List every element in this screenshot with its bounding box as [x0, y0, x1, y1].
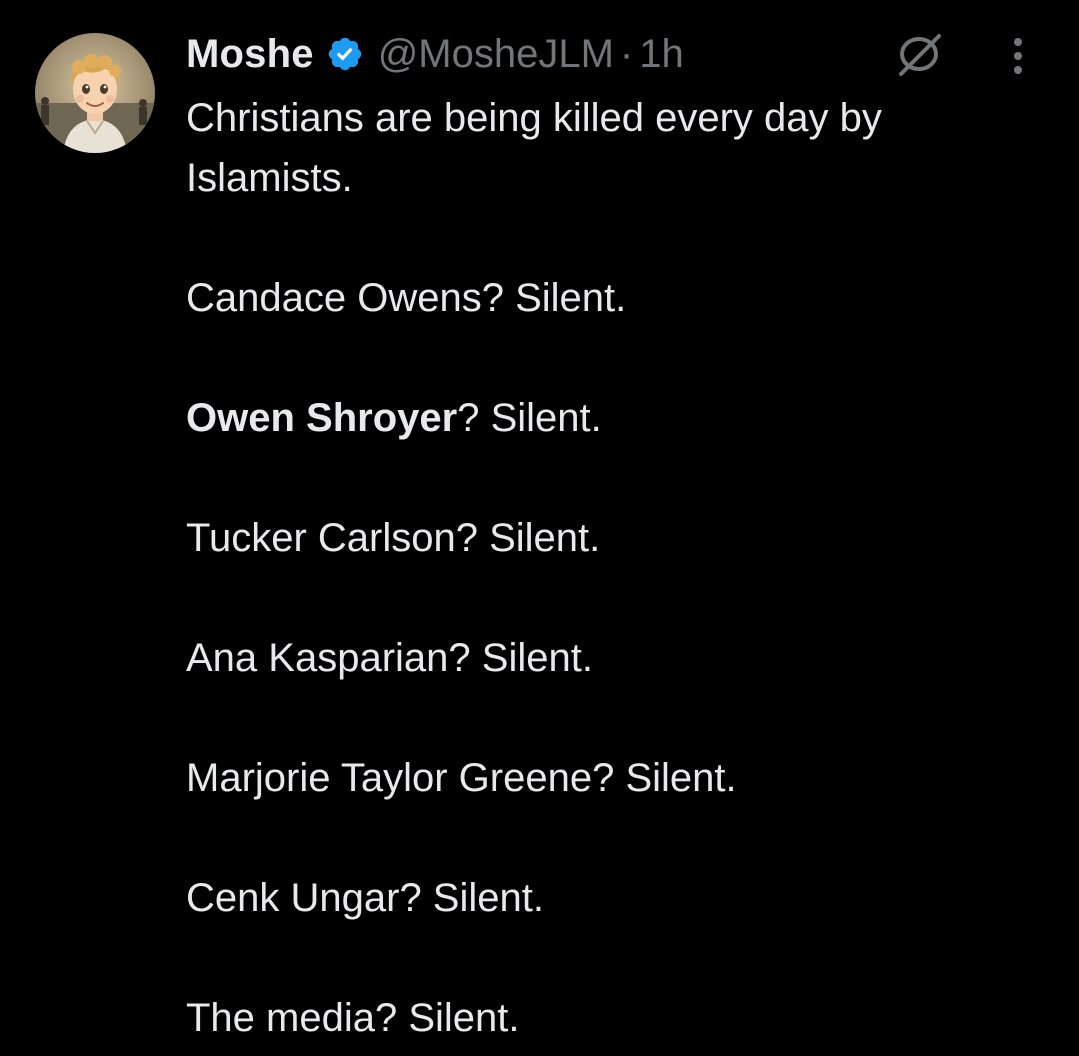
display-name[interactable]: Moshe — [186, 32, 314, 77]
tweet-entry: The media? Silent. — [186, 988, 1046, 1048]
tweet-text: Christians are being killed every day by… — [186, 88, 1046, 1048]
entry-suffix: ? Silent. — [448, 636, 593, 680]
entry-name: Candace Owens — [186, 276, 482, 320]
entry-name: Tucker Carlson — [186, 516, 456, 560]
entry-suffix: ? Silent. — [374, 996, 520, 1040]
tweet-entry: Candace Owens? Silent. — [186, 268, 1046, 328]
entry-name: The media — [186, 996, 375, 1040]
tweet-entry: Owen Shroyer? Silent. — [186, 388, 1046, 448]
separator-dot: · — [619, 31, 634, 76]
tweet-entry: Tucker Carlson? Silent. — [186, 508, 1046, 568]
paragraph-break — [186, 448, 1046, 508]
more-options-icon[interactable] — [1000, 34, 1036, 78]
entry-name-bold: Owen Shroyer — [186, 396, 458, 440]
paragraph-break — [186, 568, 1046, 628]
verified-badge-icon[interactable] — [326, 35, 364, 73]
grok-icon[interactable] — [893, 28, 945, 80]
timestamp[interactable]: 1h — [639, 32, 684, 77]
entry-suffix: ? Silent. — [481, 276, 627, 320]
tweet-text-line: Christians are being killed every day by — [186, 96, 882, 140]
tweet-entry: Marjorie Taylor Greene? Silent. — [186, 748, 1046, 808]
user-handle[interactable]: @MosheJLM — [378, 32, 614, 77]
entry-suffix: ? Silent. — [457, 396, 602, 440]
tweet-entry: Cenk Ungar? Silent. — [186, 868, 1046, 928]
entry-suffix: ? Silent. — [399, 876, 544, 920]
tweet[interactable]: Moshe @MosheJLM · 1h Christians are bein… — [0, 0, 1079, 1056]
avatar-image — [35, 33, 155, 153]
entry-name: Marjorie Taylor Greene — [186, 756, 593, 800]
entry-suffix: ? Silent. — [455, 516, 601, 560]
tweet-entry: Ana Kasparian? Silent. — [186, 628, 1046, 688]
avatar[interactable] — [35, 33, 155, 153]
tweet-header: Moshe @MosheJLM · 1h — [186, 28, 684, 80]
paragraph-break — [186, 808, 1046, 868]
entry-name: Cenk Ungar — [186, 876, 400, 920]
entry-name: Ana Kasparian — [186, 636, 449, 680]
tweet-text-line: Islamists. — [186, 156, 353, 200]
paragraph-break — [186, 328, 1046, 388]
paragraph-break — [186, 928, 1046, 988]
entry-suffix: ? Silent. — [592, 756, 737, 800]
paragraph-break — [186, 688, 1046, 748]
paragraph-break — [186, 208, 1046, 268]
